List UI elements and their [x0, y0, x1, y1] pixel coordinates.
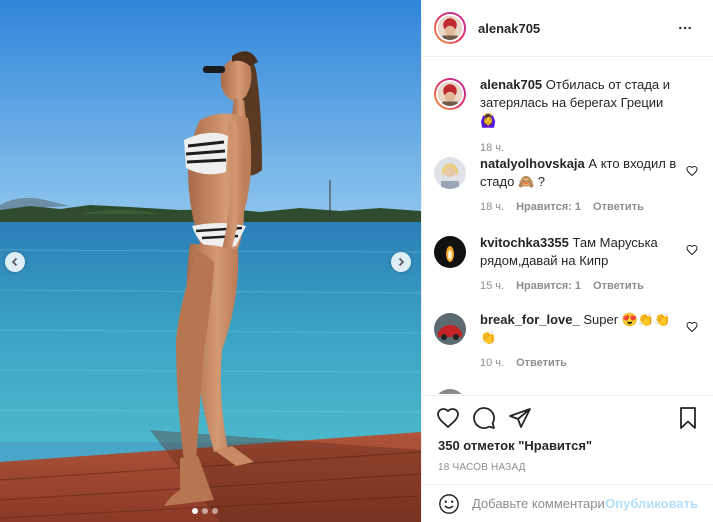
caption-avatar-image [438, 82, 462, 106]
caption-time[interactable]: 18 ч. [480, 142, 504, 154]
reply-button[interactable]: Ответить [593, 201, 644, 213]
carousel-dot [212, 508, 218, 514]
carousel-dots [192, 508, 218, 514]
comment-avatar[interactable] [434, 389, 466, 394]
comment-avatar[interactable] [434, 313, 466, 345]
comment-avatar-image [434, 313, 466, 345]
caption: alenak705 Отбилась от стада и затерялась… [434, 76, 702, 154]
likes-count[interactable]: 350 отметок "Нравится" [422, 438, 713, 453]
reply-button[interactable]: Ответить [516, 357, 567, 369]
author-avatar[interactable] [434, 12, 466, 44]
comment-item: kvitochka3355 Там Маруська рядом,давай н… [434, 234, 702, 292]
author-username[interactable]: alenak705 [478, 21, 673, 36]
comment-username[interactable]: kvitochka3355 [480, 235, 569, 250]
comment-time[interactable]: 18 ч. [480, 201, 504, 213]
carousel-prev-button[interactable] [5, 252, 25, 272]
post-side-panel: alenak705 alenak705 Отбилась от стада и … [421, 0, 713, 522]
comment-icon[interactable] [472, 406, 496, 430]
comment-like-icon[interactable] [686, 244, 698, 256]
comment-avatar-image [434, 157, 466, 189]
comment-likes[interactable]: Нравится: 1 [516, 201, 581, 213]
photo-scene [0, 0, 421, 522]
post-header: alenak705 [422, 0, 713, 57]
share-icon[interactable] [508, 406, 532, 430]
post-actions-area: 350 отметок "Нравится" 18 ЧАСОВ НАЗАД [422, 395, 713, 473]
bookmark-icon[interactable] [676, 406, 700, 430]
more-options-icon[interactable] [673, 16, 697, 40]
chevron-left-icon [11, 257, 18, 267]
comment-time[interactable]: 10 ч. [480, 357, 504, 369]
comment-item: natalyolhovskaja А кто входил в стадо 🙈 … [434, 155, 702, 213]
comment-username[interactable]: natalyolhovskaja [480, 156, 585, 171]
post-photo[interactable] [0, 0, 421, 522]
comment-avatar[interactable] [434, 157, 466, 189]
comment-like-icon[interactable] [686, 321, 698, 333]
comment-avatar-image [434, 236, 466, 268]
caption-text: alenak705 Отбилась от стада и затерялась… [480, 76, 678, 130]
comment-input[interactable] [472, 496, 606, 511]
comments-list[interactable]: alenak705 Отбилась от стада и затерялась… [422, 58, 713, 394]
caption-avatar[interactable] [434, 78, 466, 110]
comment-like-icon[interactable] [686, 165, 698, 177]
post-timestamp[interactable]: 18 ЧАСОВ НАЗАД [422, 462, 713, 473]
carousel-dot-active [192, 508, 198, 514]
comment-item: break_for_love_ Super 😍👏👏👏 10 ч. Ответит… [434, 311, 702, 369]
action-bar [422, 396, 713, 440]
chevron-right-icon [398, 257, 405, 267]
comment-avatar-image [434, 389, 466, 394]
emoji-icon[interactable] [438, 493, 460, 515]
comment-likes[interactable]: Нравится: 1 [516, 280, 581, 292]
carousel-dot [202, 508, 208, 514]
heart-icon[interactable] [436, 406, 460, 430]
publish-button[interactable]: Опубликовать [605, 496, 698, 511]
caption-username[interactable]: alenak705 [480, 77, 542, 92]
reply-button[interactable]: Ответить [593, 280, 644, 292]
comment-username[interactable]: break_for_love_ [480, 312, 580, 327]
add-comment-bar: Опубликовать [422, 484, 713, 522]
carousel-next-button[interactable] [391, 252, 411, 272]
comment-avatar[interactable] [434, 236, 466, 268]
comment-time[interactable]: 15 ч. [480, 280, 504, 292]
author-avatar-image [438, 16, 462, 40]
comment-item [434, 387, 702, 394]
